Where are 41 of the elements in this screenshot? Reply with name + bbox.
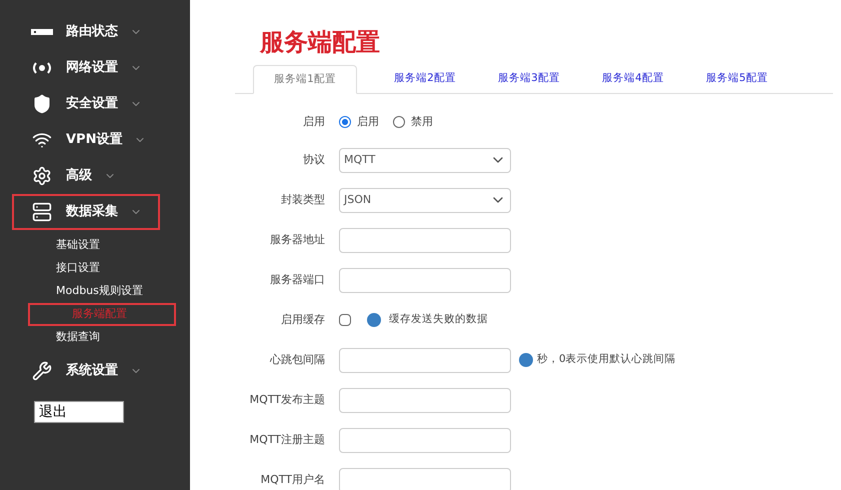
field-label: 启用 (302, 114, 325, 130)
menu-item[interactable]: 网络设置 (12, 50, 160, 86)
page-title: 服务端配置 (260, 27, 381, 58)
submenu-item[interactable]: 数据查询 (12, 326, 160, 349)
field-label: 服务器地址 (269, 232, 325, 248)
submenu-item[interactable]: Modbus规则设置 (12, 280, 160, 303)
field-label: 心跳包间隔 (268, 352, 325, 368)
hint-text: 秒，0表示使用默认心跳间隔 (537, 352, 676, 368)
menu-item[interactable]: 高级 (12, 158, 160, 194)
menu-item[interactable]: VPN设置 (12, 122, 160, 158)
menu-label: 高级 (66, 166, 92, 186)
tab[interactable]: 服务端3配置 (477, 64, 581, 93)
hint-text: 缓存发送失败的数据 (389, 312, 488, 328)
field-label: 封装类型 (280, 192, 325, 208)
field-label: 服务器端口 (269, 272, 325, 288)
menu-label: 路由状态 (66, 23, 118, 42)
tab[interactable]: 服务端5配置 (685, 64, 789, 93)
field-label: 协议 (302, 152, 325, 168)
tab[interactable]: 服务端2配置 (373, 64, 477, 93)
menu-label: 系统设置 (66, 362, 118, 380)
select-field[interactable]: JSON (339, 188, 511, 212)
tab[interactable]: 服务端1配置 (253, 65, 357, 94)
radio-label: 启用 (357, 114, 379, 130)
menu-item[interactable]: 数据采集 (12, 194, 160, 230)
field-label: MQTT发布主题 (248, 392, 325, 408)
field-label: 启用缓存 (280, 312, 325, 328)
menu-label: 网络设置 (66, 59, 118, 78)
select-field[interactable]: MQTT (339, 148, 511, 172)
logout-button[interactable]: 退出 (34, 401, 124, 423)
submenu-item[interactable]: 基础设置 (12, 234, 160, 257)
radio-label: 禁用 (411, 114, 433, 130)
menu-item[interactable]: 路由状态 (12, 14, 160, 50)
field-label: MQTT用户名 (260, 472, 325, 488)
menu-label: VPN设置 (66, 131, 122, 150)
tab[interactable]: 服务端4配置 (581, 64, 685, 93)
submenu-item[interactable]: 接口设置 (12, 257, 160, 280)
field-label: MQTT注册主题 (248, 432, 325, 448)
menu-label: 安全设置 (66, 94, 118, 114)
menu-item[interactable]: 系统设置 (12, 353, 160, 389)
menu-label: 数据采集 (66, 202, 118, 222)
menu-item[interactable]: 安全设置 (12, 86, 160, 122)
